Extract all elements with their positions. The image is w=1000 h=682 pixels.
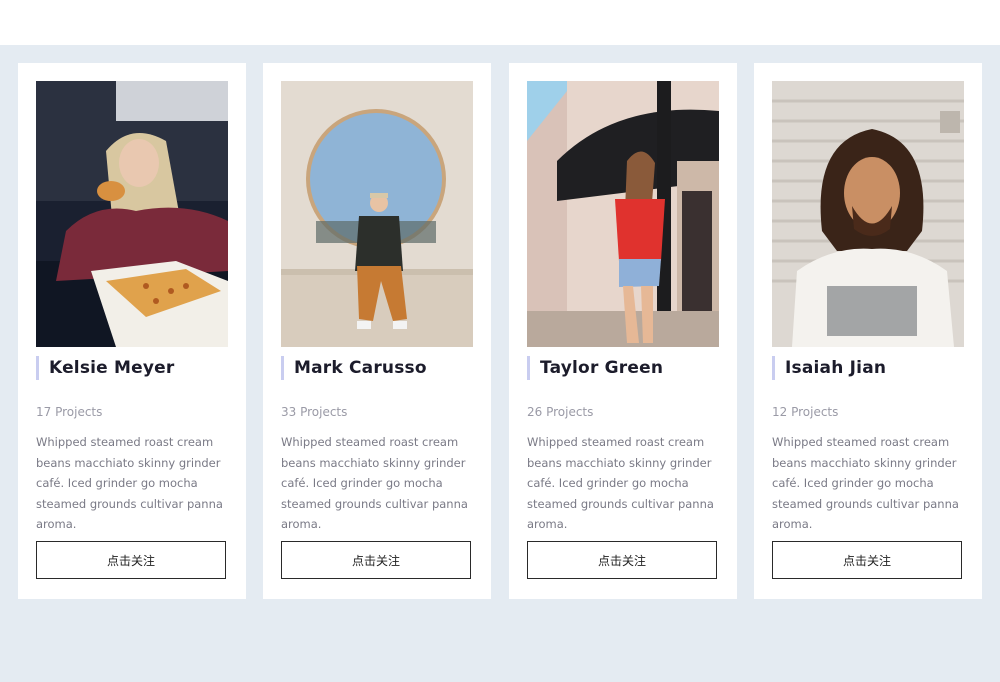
team-card: Taylor Green 26 Projects Whipped steamed… <box>509 63 737 599</box>
follow-button[interactable]: 点击关注 <box>772 541 962 579</box>
team-section: Kelsie Meyer 17 Projects Whipped steamed… <box>0 45 1000 682</box>
member-description: Whipped steamed roast cream beans macchi… <box>281 435 468 531</box>
member-name: Kelsie Meyer <box>36 356 174 380</box>
team-card: Kelsie Meyer 17 Projects Whipped steamed… <box>18 63 246 599</box>
member-description: Whipped steamed roast cream beans macchi… <box>772 435 959 531</box>
project-count: 17 Projects <box>36 405 103 419</box>
follow-button[interactable]: 点击关注 <box>281 541 471 579</box>
project-count: 12 Projects <box>772 405 839 419</box>
man-with-dreadlocks-photo <box>772 81 964 347</box>
woman-eating-pizza-photo <box>36 81 228 347</box>
team-card: Isaiah Jian 12 Projects Whipped steamed … <box>754 63 982 599</box>
member-description: Whipped steamed roast cream beans macchi… <box>36 435 223 531</box>
member-description: Whipped steamed roast cream beans macchi… <box>527 435 714 531</box>
follow-button[interactable]: 点击关注 <box>527 541 717 579</box>
team-card: Mark Carusso 33 Projects Whipped steamed… <box>263 63 491 599</box>
project-count: 26 Projects <box>527 405 594 419</box>
woman-on-street-photo <box>527 81 719 347</box>
follow-button[interactable]: 点击关注 <box>36 541 226 579</box>
member-name: Isaiah Jian <box>772 356 886 380</box>
project-count: 33 Projects <box>281 405 348 419</box>
man-sitting-on-wall-photo <box>281 81 473 347</box>
top-band <box>0 0 1000 45</box>
member-name: Taylor Green <box>527 356 663 380</box>
member-name: Mark Carusso <box>281 356 427 380</box>
